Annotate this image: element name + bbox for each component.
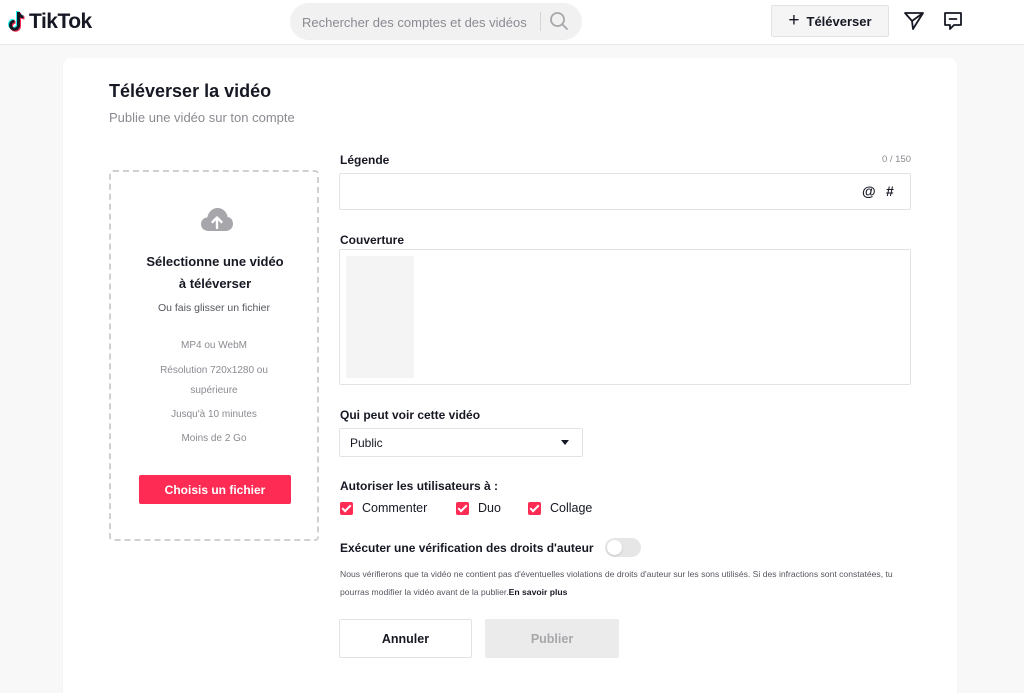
checkbox-checked-icon (456, 501, 469, 515)
copyright-notice: Nous vérifierons que ta vidéo ne contien… (340, 565, 912, 601)
visibility-select[interactable]: Public (339, 428, 583, 457)
choose-file-button[interactable]: Choisis un fichier (139, 475, 291, 504)
dropzone-title-line1: Sélectionne une vidéo (146, 254, 284, 269)
caption-field[interactable]: @ # (339, 173, 911, 210)
page-title: Téléverser la vidéo (109, 81, 272, 101)
publish-button[interactable]: Publier (485, 619, 619, 658)
allow-comment-checkbox[interactable]: Commenter (340, 501, 427, 515)
top-header: TikTok + Téléverser (0, 0, 1024, 45)
search-input[interactable] (302, 11, 532, 33)
mention-icon[interactable]: @ (862, 183, 876, 199)
allow-stitch-label: Collage (550, 501, 593, 515)
checkbox-checked-icon (340, 501, 353, 515)
copyright-notice-text: Nous vérifierons que ta vidéo ne contien… (340, 569, 893, 597)
tiktok-logo[interactable]: TikTok (6, 9, 92, 35)
allow-comment-label: Commenter (362, 501, 428, 515)
header-upload-label: Téléverser (806, 13, 872, 29)
search-icon[interactable] (548, 10, 570, 32)
dropzone-title: Sélectionne une vidéo à téléverser (131, 251, 299, 295)
allow-duet-checkbox[interactable]: Duo (456, 501, 501, 515)
allow-users-label: Autoriser les utilisateurs à : (340, 479, 499, 493)
visibility-label: Qui peut voir cette vidéo (340, 408, 481, 422)
toggle-knob (607, 540, 622, 555)
search-bar (290, 3, 582, 40)
copyright-check-toggle[interactable] (605, 538, 641, 557)
checkbox-checked-icon (528, 501, 541, 515)
spec-format: MP4 ou WebM (181, 340, 247, 351)
header-upload-button[interactable]: + Téléverser (771, 5, 889, 37)
copyright-check-label: Exécuter une vérification des droits d'a… (340, 541, 594, 555)
brand-name: TikTok (29, 10, 92, 33)
caret-down-icon (561, 440, 569, 445)
learn-more-link[interactable]: En savoir plus (509, 587, 568, 597)
allow-stitch-checkbox[interactable]: Collage (528, 501, 592, 515)
spec-resolution: Résolution 720x1280 ou (160, 365, 268, 376)
dropzone-title-line2: à téléverser (178, 276, 252, 291)
caption-counter: 0 / 150 (881, 154, 911, 165)
spec-duration: Jusqu'à 10 minutes (171, 409, 257, 420)
cover-label: Couverture (340, 233, 405, 247)
cancel-button[interactable]: Annuler (339, 619, 472, 658)
spec-size: Moins de 2 Go (181, 433, 247, 444)
spec-resolution-cont: supérieure (190, 385, 238, 396)
search-divider (540, 12, 541, 31)
inbox-send-icon[interactable] (903, 10, 925, 32)
cloud-upload-icon (201, 208, 233, 231)
cover-thumbnail-placeholder (346, 256, 414, 378)
page-subtitle: Publie une vidéo sur ton compte (109, 110, 295, 125)
allow-duet-label: Duo (478, 501, 501, 515)
video-dropzone[interactable]: Sélectionne une vidéo à téléverser Ou fa… (109, 170, 319, 541)
hashtag-icon[interactable]: # (886, 183, 894, 199)
tiktok-logo-icon (8, 11, 25, 32)
dropzone-subtitle: Ou fais glisser un fichier (157, 302, 271, 314)
cover-selector[interactable] (339, 249, 911, 385)
caption-label: Légende (340, 153, 390, 167)
messages-icon[interactable] (942, 10, 964, 32)
plus-icon: + (788, 9, 800, 31)
upload-card: Téléverser la vidéo Publie une vidéo sur… (63, 58, 957, 693)
visibility-value: Public (350, 436, 383, 450)
